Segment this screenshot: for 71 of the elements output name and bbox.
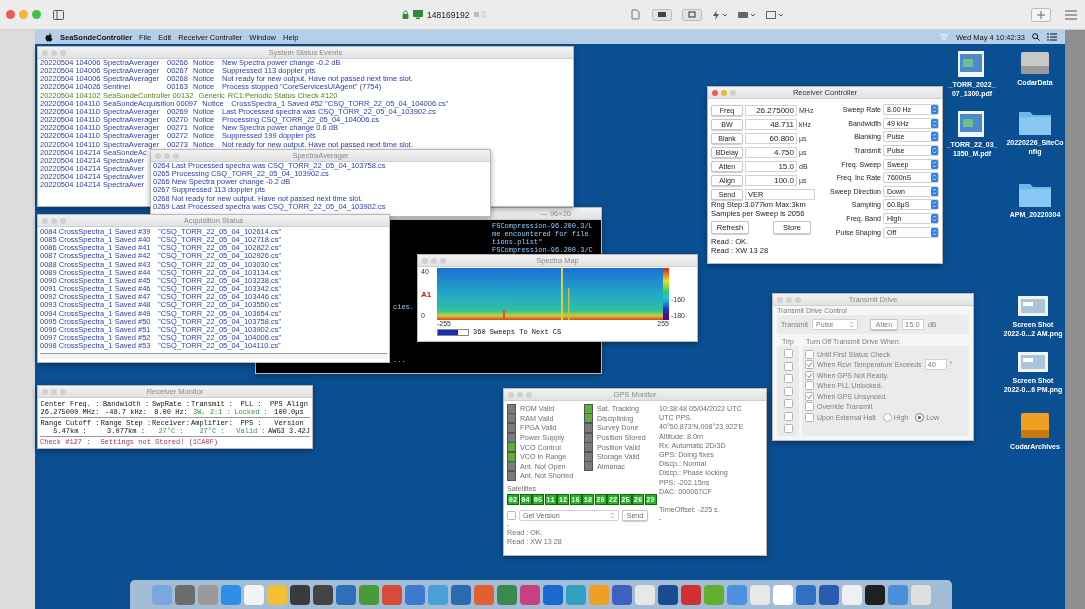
antenna-label: A1 bbox=[421, 289, 432, 299]
color-scale-bar bbox=[663, 268, 669, 320]
session-id: 148169192 bbox=[427, 9, 470, 20]
minimize-button[interactable] bbox=[164, 152, 170, 159]
stepper-icon bbox=[931, 146, 938, 156]
zoom-button[interactable] bbox=[60, 217, 66, 224]
value-field[interactable]: 15.0 bbox=[745, 160, 797, 172]
drive-icon[interactable] bbox=[1020, 410, 1050, 440]
stepper-icon bbox=[931, 173, 938, 183]
stepper-icon bbox=[610, 511, 615, 519]
close-button[interactable] bbox=[42, 388, 48, 395]
display-icon[interactable] bbox=[765, 9, 784, 20]
screenshot-file-icon[interactable] bbox=[1018, 350, 1048, 374]
close-button[interactable] bbox=[422, 257, 428, 264]
status-icon bbox=[473, 11, 488, 18]
stepper-icon bbox=[848, 321, 854, 328]
app-icon[interactable] bbox=[864, 584, 885, 605]
app-icon[interactable] bbox=[312, 584, 333, 605]
stepper-icon bbox=[931, 132, 938, 142]
add-icon[interactable] bbox=[1031, 7, 1051, 22]
screenshot-file-icon[interactable] bbox=[1018, 294, 1048, 318]
pdf-file-icon[interactable] bbox=[957, 50, 987, 78]
close-button[interactable] bbox=[42, 217, 48, 224]
pdf-file-icon[interactable] bbox=[957, 110, 987, 138]
zoom-button[interactable] bbox=[173, 152, 179, 159]
value-field[interactable]: 26.275000 bbox=[745, 104, 797, 116]
app-icon[interactable] bbox=[289, 584, 310, 605]
lock-icon bbox=[402, 10, 409, 19]
close-button[interactable] bbox=[712, 89, 718, 96]
value-field[interactable]: 60.800 bbox=[745, 132, 797, 144]
list-icon[interactable] bbox=[1047, 33, 1057, 41]
stepper-icon bbox=[931, 227, 938, 237]
wifi-icon[interactable] bbox=[938, 33, 949, 41]
apple-icon[interactable] bbox=[45, 32, 53, 42]
monitor-icon bbox=[413, 10, 423, 19]
search-icon[interactable] bbox=[1032, 33, 1040, 41]
stepper-icon bbox=[931, 159, 938, 169]
zoom-button[interactable] bbox=[60, 49, 66, 56]
stepper-icon bbox=[931, 200, 938, 210]
value-field[interactable]: 48.711 bbox=[745, 118, 797, 130]
scroll-bar[interactable] bbox=[40, 353, 387, 359]
minimize-button[interactable] bbox=[51, 388, 57, 395]
zoom-button[interactable] bbox=[526, 391, 532, 398]
close-button[interactable] bbox=[42, 49, 48, 56]
checkbox[interactable] bbox=[507, 510, 516, 520]
minimize-button[interactable] bbox=[51, 49, 57, 56]
chat-icon[interactable] bbox=[651, 8, 672, 21]
zoom-button[interactable] bbox=[440, 257, 446, 264]
minimize-button[interactable] bbox=[51, 217, 57, 224]
minimize-button[interactable] bbox=[517, 391, 523, 398]
stepper-icon bbox=[931, 105, 938, 115]
stepper-icon bbox=[931, 214, 938, 224]
minimize-button[interactable] bbox=[721, 89, 727, 96]
keyboard-icon[interactable] bbox=[737, 9, 756, 20]
close-button[interactable] bbox=[508, 391, 514, 398]
close-button[interactable] bbox=[6, 10, 15, 19]
sidebar-icon[interactable] bbox=[53, 9, 64, 20]
zoom-button[interactable] bbox=[32, 10, 41, 19]
minimize-button[interactable] bbox=[431, 257, 437, 264]
zoom-button[interactable] bbox=[60, 388, 66, 395]
pin-icon[interactable] bbox=[681, 8, 702, 21]
stepper-icon bbox=[931, 186, 938, 196]
value-field[interactable]: 100.0 bbox=[745, 174, 797, 186]
close-button[interactable] bbox=[155, 152, 161, 159]
app-icon[interactable] bbox=[657, 584, 678, 605]
lightning-icon[interactable] bbox=[711, 9, 728, 20]
stepper-icon bbox=[931, 118, 938, 128]
minimize-button[interactable] bbox=[19, 10, 28, 19]
value-field[interactable]: 4.750 bbox=[745, 146, 797, 158]
zoom-button[interactable] bbox=[730, 89, 736, 96]
menu-icon[interactable] bbox=[1065, 9, 1077, 20]
